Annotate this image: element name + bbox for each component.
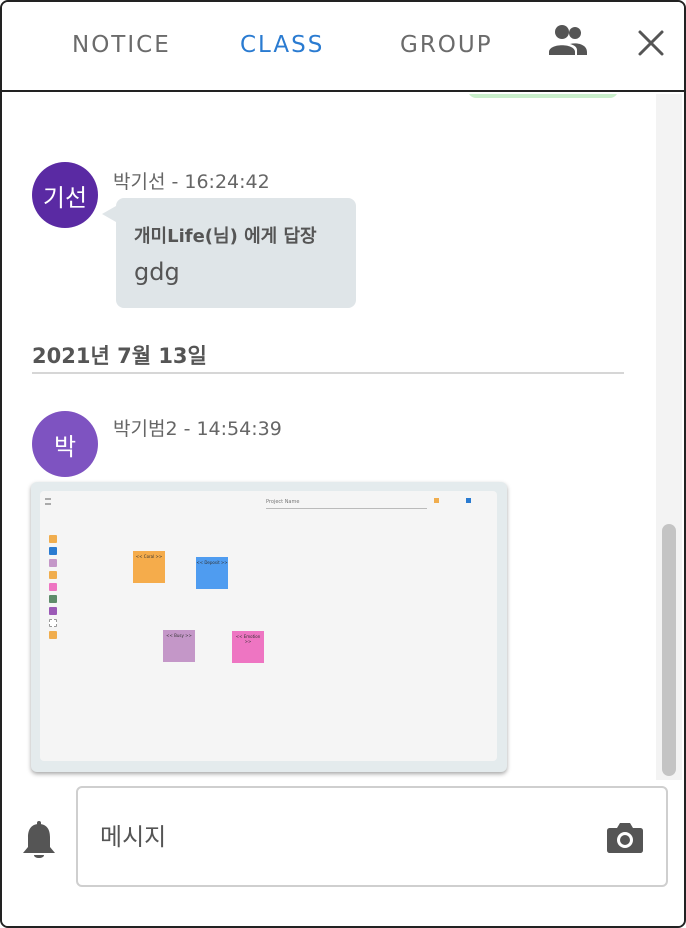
message-bubble[interactable]: 개미Life(님) 에게 답장 gdg xyxy=(102,198,356,308)
menu-icon xyxy=(45,498,51,500)
sticky-note: << Emotion >> xyxy=(232,631,264,663)
project-name-underline xyxy=(266,508,427,509)
chat-window: NOTICE CLASS GROUP 기선 박기선 - 16:24:42 개미L… xyxy=(0,0,686,928)
image-attachment[interactable]: Project Name << Coral >> << Deposit >> <… xyxy=(31,482,507,772)
sticky-note: << Deposit >> xyxy=(196,557,228,589)
message-meta: 박기선 - 16:24:42 xyxy=(113,171,270,193)
tab-header: NOTICE CLASS GROUP xyxy=(2,2,684,92)
message-input[interactable] xyxy=(76,786,668,887)
avatar[interactable]: 기선 xyxy=(32,162,98,228)
sticky-note: << Coral >> xyxy=(133,551,165,583)
message-text: gdg xyxy=(134,258,180,286)
palette-swatch xyxy=(49,547,57,555)
attachment-preview: Project Name << Coral >> << Deposit >> <… xyxy=(40,491,497,761)
tab-group[interactable]: GROUP xyxy=(400,32,493,58)
palette-swatch xyxy=(49,583,57,591)
chat-messages[interactable]: 기선 박기선 - 16:24:42 개미Life(님) 에게 답장 gdg 20… xyxy=(2,94,652,780)
save-icon xyxy=(434,498,439,503)
message-meta: 박기범2 - 14:54:39 xyxy=(113,418,282,440)
people-icon[interactable] xyxy=(548,22,588,58)
divider xyxy=(32,372,624,374)
share-icon xyxy=(466,498,471,503)
tab-notice[interactable]: NOTICE xyxy=(72,32,171,58)
camera-icon[interactable] xyxy=(606,820,644,854)
close-icon[interactable] xyxy=(636,28,666,58)
avatar[interactable]: 박 xyxy=(32,411,98,477)
palette-swatch xyxy=(49,559,57,567)
scrollbar-thumb[interactable] xyxy=(662,524,676,776)
menu-icon xyxy=(45,503,51,505)
palette-swatch xyxy=(49,631,57,639)
palette-swatch xyxy=(49,571,57,579)
reply-header: 개미Life(님) 에게 답장 xyxy=(134,226,317,247)
sticky-note: << Busy >> xyxy=(163,630,195,662)
tab-class[interactable]: CLASS xyxy=(240,32,324,58)
palette-swatch xyxy=(49,619,57,627)
palette-swatch xyxy=(49,595,57,603)
palette-swatch xyxy=(49,607,57,615)
bell-icon[interactable] xyxy=(20,820,58,862)
palette-swatch xyxy=(49,535,57,543)
date-separator: 2021년 7월 13일 xyxy=(32,344,207,368)
previous-bubble-edge xyxy=(468,94,618,98)
composer xyxy=(2,782,684,926)
project-name: Project Name xyxy=(266,499,300,505)
